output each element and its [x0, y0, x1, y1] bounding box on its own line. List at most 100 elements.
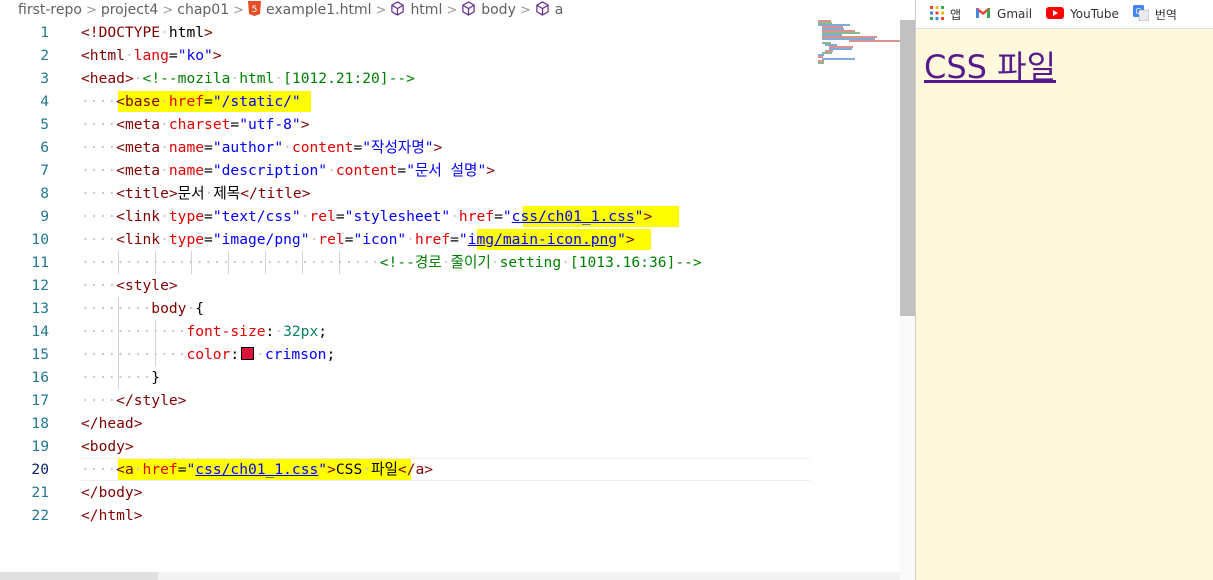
- breadcrumb-element-body[interactable]: body: [481, 2, 516, 18]
- line-number: 9: [40, 208, 49, 225]
- minimap[interactable]: [818, 20, 907, 68]
- line-number: 6: [40, 139, 49, 156]
- line-number: 12: [31, 277, 49, 294]
- code-line[interactable]: 22 </html>: [0, 504, 820, 527]
- code-line[interactable]: 17 ····</style>: [0, 389, 820, 412]
- element-cube-icon: [535, 0, 550, 20]
- code-line[interactable]: 6 ····<meta·name="author"·content="작성자명">: [0, 136, 820, 159]
- breadcrumb-element-html[interactable]: html: [410, 2, 442, 18]
- code-text[interactable]: </body>: [81, 481, 143, 504]
- line-number: 13: [31, 300, 49, 317]
- code-text[interactable]: ····<style>: [81, 274, 178, 297]
- bookmarks-bar: 앱 Gmail YouTube G 번역: [916, 0, 1213, 29]
- code-line[interactable]: 10 ····<link·type="image/png"·rel="icon"·…: [0, 228, 820, 251]
- line-number: 10: [31, 231, 49, 248]
- code-text[interactable]: <html·lang="ko">: [81, 44, 222, 67]
- breadcrumb-folder-project4[interactable]: project4: [101, 2, 159, 18]
- bookmark-apps[interactable]: 앱: [930, 5, 961, 23]
- bookmark-translate[interactable]: G 번역: [1132, 4, 1177, 24]
- element-cube-icon: [461, 0, 476, 20]
- code-line[interactable]: 3 <head>·<!--mozila·html·[1012.21:20]-->: [0, 67, 820, 90]
- line-number: 21: [31, 484, 49, 501]
- html5-file-icon: 5: [248, 0, 262, 20]
- code-text[interactable]: <body>: [81, 435, 134, 458]
- line-number: 15: [31, 346, 49, 363]
- breadcrumb-separator: >: [85, 2, 97, 18]
- code-text[interactable]: <!DOCTYPE·html>: [81, 21, 213, 44]
- line-number: 4: [40, 93, 49, 110]
- code-text[interactable]: ··································<!--경로…: [81, 251, 702, 274]
- code-line[interactable]: 11 ··································<!--…: [0, 251, 820, 274]
- breadcrumb-separator: >: [375, 2, 387, 18]
- code-line[interactable]: 7 ····<meta·name="description"·content="문…: [0, 159, 820, 182]
- bookmark-youtube[interactable]: YouTube: [1046, 6, 1119, 22]
- code-text[interactable]: ····<meta·name="author"·content="작성자명">: [81, 136, 442, 159]
- breadcrumb-separator: >: [519, 2, 531, 18]
- bookmark-gmail[interactable]: Gmail: [975, 7, 1032, 22]
- code-line[interactable]: 16 ········}: [0, 366, 820, 389]
- line-number: 3: [40, 70, 49, 87]
- line-number: 16: [31, 369, 49, 386]
- line-number: 7: [40, 162, 49, 179]
- code-area[interactable]: 1 <!DOCTYPE·html> 2 <html·lang="ko"> 3 <head>…: [0, 20, 900, 560]
- minimap-line: [821, 58, 855, 60]
- code-line[interactable]: 15 ············color: ·crimson;: [0, 343, 820, 366]
- bookmark-label: YouTube: [1070, 7, 1119, 21]
- breadcrumb-file-example1[interactable]: example1.html: [266, 2, 372, 18]
- code-text[interactable]: ····<meta·name="description"·content="문서…: [81, 159, 495, 182]
- code-line[interactable]: 14 ············font-size:·32px;: [0, 320, 820, 343]
- breadcrumb-folder-first-repo[interactable]: first-repo: [18, 2, 82, 18]
- code-line[interactable]: 12 ····<style>: [0, 274, 820, 297]
- code-line[interactable]: 18 </head>: [0, 412, 820, 435]
- color-swatch[interactable]: [241, 347, 255, 360]
- code-line[interactable]: 1 <!DOCTYPE·html>: [0, 21, 820, 44]
- code-line[interactable]: 4 ····<base·href="/static/": [0, 90, 820, 113]
- code-text[interactable]: ····<a·href="css/ch01_1.css">CSS·파일</a>: [81, 458, 433, 481]
- breadcrumb: first-repo > project4 > chap01 > 5 examp…: [0, 0, 916, 20]
- code-line[interactable]: 13 ········body·{: [0, 297, 820, 320]
- code-text[interactable]: ····<title>문서·제목</title>: [81, 182, 311, 205]
- preview-css-file-link[interactable]: CSS 파일: [924, 42, 1056, 88]
- code-text[interactable]: ············font-size:·32px;: [81, 320, 327, 343]
- breadcrumb-folder-chap01[interactable]: chap01: [177, 2, 229, 18]
- code-line[interactable]: 2 <html·lang="ko">: [0, 44, 820, 67]
- code-line[interactable]: 8 ····<title>문서·제목</title>: [0, 182, 820, 205]
- code-text[interactable]: </html>: [81, 504, 143, 527]
- code-text[interactable]: <head>·<!--mozila·html·[1012.21:20]-->: [81, 67, 415, 90]
- breadcrumb-separator: >: [233, 2, 245, 18]
- line-number: 20: [31, 461, 49, 478]
- breadcrumb-element-a[interactable]: a: [555, 2, 564, 18]
- youtube-icon: [1046, 6, 1065, 22]
- line-number: 18: [31, 415, 49, 432]
- code-text[interactable]: ····<link·type="text/css"·rel="styleshee…: [81, 205, 652, 228]
- vertical-scrollbar[interactable]: [900, 20, 915, 580]
- horizontal-scrollbar[interactable]: [0, 572, 900, 580]
- code-editor[interactable]: first-repo > project4 > chap01 > 5 examp…: [0, 0, 916, 580]
- line-number: 8: [40, 185, 49, 202]
- line-number: 14: [31, 323, 49, 340]
- browser-preview: 앱 Gmail YouTube G 번역 CSS 파일: [916, 0, 1213, 580]
- line-number: 11: [31, 254, 49, 271]
- code-text[interactable]: ············color: ·crimson;: [81, 343, 335, 366]
- line-number: 17: [31, 392, 49, 409]
- apps-grid-icon: [930, 5, 944, 23]
- line-number: 22: [31, 507, 49, 524]
- code-line[interactable]: 19 <body>: [0, 435, 820, 458]
- code-text[interactable]: ········body·{: [81, 297, 204, 320]
- breadcrumb-separator: >: [446, 2, 458, 18]
- code-text[interactable]: </head>: [81, 412, 143, 435]
- horizontal-scrollbar-thumb[interactable]: [0, 572, 158, 580]
- vertical-scrollbar-thumb[interactable]: [900, 20, 915, 316]
- code-text[interactable]: ····</style>: [81, 389, 186, 412]
- line-number: 2: [40, 47, 49, 64]
- bookmark-label: 번역: [1154, 7, 1177, 22]
- code-line[interactable]: 5 ····<meta·charset="utf-8">: [0, 113, 820, 136]
- code-line[interactable]: 9 ····<link·type="text/css"·rel="styleshe…: [0, 205, 820, 228]
- code-text[interactable]: ········}: [81, 366, 160, 389]
- code-text[interactable]: ····<meta·charset="utf-8">: [81, 113, 310, 136]
- svg-text:G: G: [1135, 7, 1141, 16]
- code-text[interactable]: ····<base·href="/static/": [81, 90, 301, 113]
- code-text[interactable]: ····<link·type="image/png"·rel="icon"·hr…: [81, 228, 635, 251]
- code-line-active[interactable]: 20 ····<a·href="css/ch01_1.css">CSS·파일</a…: [0, 458, 820, 481]
- code-line[interactable]: 21 </body>: [0, 481, 820, 504]
